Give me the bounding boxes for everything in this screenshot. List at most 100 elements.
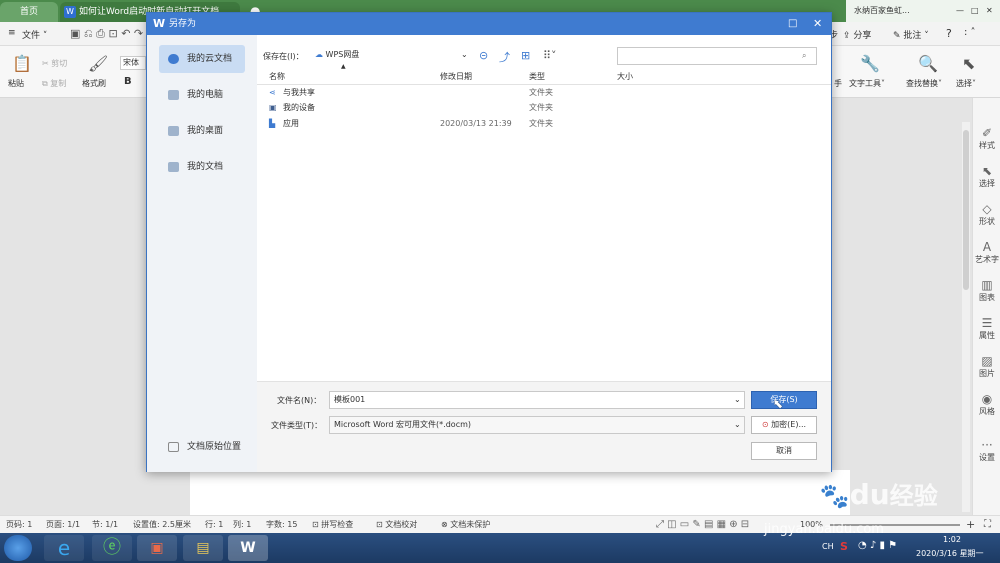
close-window-icon[interactable]: ✕ bbox=[986, 0, 993, 22]
watermark-brand2: du bbox=[849, 478, 890, 511]
hamburger-icon[interactable]: ≡ bbox=[8, 28, 16, 38]
watermark-url: jingyan.baidu.com bbox=[764, 522, 884, 537]
cut-button[interactable]: ✂ 剪切 bbox=[42, 58, 67, 69]
col-name[interactable]: 名称 bbox=[269, 71, 285, 82]
clock-date[interactable]: 2020/3/16 星期一 bbox=[916, 548, 984, 559]
sidebar-chart[interactable]: ▥ 图表 bbox=[973, 278, 1000, 303]
nav-desktop-label: 我的桌面 bbox=[187, 126, 224, 136]
folder-icon[interactable]: ▤ bbox=[183, 535, 223, 561]
status-pages: 页面: 1/1 bbox=[46, 520, 81, 529]
wps-logo-icon: W bbox=[153, 17, 166, 30]
file-row[interactable]: ▣ 我的设备 文件夹 bbox=[257, 100, 831, 116]
computer-icon bbox=[168, 90, 179, 100]
zoom-in-icon[interactable]: + bbox=[966, 516, 975, 533]
cloud-icon bbox=[168, 54, 179, 64]
format-painter-icon[interactable]: 🖌 bbox=[88, 54, 108, 73]
share-icon: ⋖ bbox=[269, 88, 276, 97]
scrollbar-thumb[interactable] bbox=[963, 130, 969, 290]
tab-home[interactable]: 首页 bbox=[0, 2, 58, 22]
menu-comment[interactable]: ✎ 批注 ˅ bbox=[893, 28, 929, 41]
filetype-select[interactable]: Microsoft Word 宏可用文件(*.docm) ⌄ bbox=[329, 416, 745, 434]
menu-file[interactable]: 文件 ˅ bbox=[22, 28, 47, 41]
text-tool-button[interactable]: 文字工具˅ bbox=[849, 78, 885, 89]
browser-icon[interactable]: ⓔ bbox=[92, 535, 132, 561]
file-row[interactable]: ▙ 应用 2020/03/13 21:39 文件夹 bbox=[257, 116, 831, 132]
font-select[interactable]: 宋体 bbox=[120, 56, 146, 70]
col-size[interactable]: 大小 bbox=[617, 71, 633, 82]
app-folder-icon: ▙ bbox=[269, 119, 276, 128]
sidebar-picture-label: 图片 bbox=[979, 369, 995, 378]
input-language[interactable]: CH bbox=[822, 542, 834, 551]
save-button[interactable]: 保存(S) bbox=[751, 391, 817, 409]
sidebar-theme[interactable]: ◉ 风格 bbox=[973, 392, 1000, 417]
find-replace-button[interactable]: 查找替换˅ bbox=[906, 78, 942, 89]
menu-share[interactable]: ⇪ 分享 bbox=[843, 28, 871, 41]
device-icon: ▣ bbox=[269, 103, 277, 112]
sidebar-settings[interactable]: ··· 设置 bbox=[973, 438, 1000, 463]
sidebar-shape[interactable]: ◇ 形状 bbox=[973, 202, 1000, 227]
ime-icon[interactable]: S bbox=[840, 540, 848, 553]
copy-button[interactable]: ⧉ 复制 bbox=[42, 78, 66, 89]
format-painter-button[interactable]: 格式刷 bbox=[82, 78, 106, 89]
more-icon[interactable]: : ˄ bbox=[964, 27, 976, 38]
clock-time[interactable]: 1:02 bbox=[943, 535, 961, 544]
encrypt-button[interactable]: ⊙ 加密(E)... bbox=[751, 416, 817, 434]
cancel-button[interactable]: 取消 bbox=[751, 442, 817, 460]
bold-button[interactable]: B bbox=[124, 76, 132, 87]
ribbon-hand[interactable]: 手 bbox=[834, 78, 842, 89]
maximize-icon[interactable]: □ bbox=[971, 0, 979, 22]
ie-icon[interactable]: e bbox=[44, 535, 84, 561]
file-name: 与我共享 bbox=[283, 88, 315, 97]
paste-button[interactable]: 粘贴 bbox=[8, 78, 24, 89]
nav-my-documents[interactable]: 我的文档 bbox=[159, 153, 245, 181]
location-dropdown[interactable]: ☁ WPS网盘 ⌄ bbox=[315, 47, 471, 63]
protect-button[interactable]: ⊗ 文档未保护 bbox=[441, 516, 490, 533]
proofread-button[interactable]: ⊡ 文档校对 bbox=[376, 516, 417, 533]
select-cursor-icon[interactable]: ⬉ bbox=[962, 54, 975, 73]
find-replace-icon[interactable]: 🔍 bbox=[918, 54, 938, 73]
view-mode-icons[interactable]: ⤢ ◫ ▭ ✎ ▤ ▦ ⊕ ⊟ bbox=[656, 516, 749, 533]
file-row[interactable]: ⋖ 与我共享 文件夹 bbox=[257, 85, 831, 101]
back-icon[interactable]: ⊝ bbox=[479, 49, 488, 62]
view-mode-icon[interactable]: ⠿˅ bbox=[543, 49, 557, 62]
nav-my-computer[interactable]: 我的电脑 bbox=[159, 81, 245, 109]
proofread-label: 文档校对 bbox=[385, 520, 418, 529]
new-folder-icon[interactable]: ⊞ bbox=[521, 49, 530, 62]
help-icon[interactable]: ? bbox=[946, 27, 952, 40]
dialog-close-icon[interactable]: ✕ bbox=[813, 13, 822, 35]
minimize-icon[interactable]: — bbox=[956, 0, 964, 22]
col-type[interactable]: 类型 bbox=[529, 71, 545, 82]
nav-cloud-docs[interactable]: 我的云文档 bbox=[159, 45, 245, 73]
document-page[interactable] bbox=[190, 470, 850, 515]
quick-access-icons[interactable]: ▣ ⎌ ⎙ ⊡ ↶ ↷ ˅ bbox=[70, 27, 152, 41]
fullscreen-icon[interactable]: ⛶ bbox=[984, 516, 991, 533]
sidebar-style[interactable]: ✐ 样式 bbox=[973, 126, 1000, 151]
filename-input[interactable]: 模板001 ⌄ bbox=[329, 391, 745, 409]
menu-file-label: 文件 bbox=[22, 31, 41, 41]
dialog-maximize-icon[interactable]: □ bbox=[788, 13, 797, 35]
search-input[interactable]: ⌕ bbox=[617, 47, 817, 65]
cut-label: 剪切 bbox=[51, 59, 68, 68]
sidebar-wordart-label: 艺术字 bbox=[975, 255, 999, 264]
paw-icon: 🐾 bbox=[819, 482, 850, 510]
text-tool-icon[interactable]: 🔧 bbox=[860, 54, 880, 73]
file-name: 我的设备 bbox=[283, 103, 315, 112]
media-icon[interactable]: ▣ bbox=[137, 535, 177, 561]
sidebar-properties[interactable]: ☰ 属性 bbox=[973, 316, 1000, 341]
tray-icons[interactable]: ◔ ♪ ▮ ⚑ bbox=[858, 540, 897, 551]
filename-value: 模板001 bbox=[334, 395, 366, 404]
wps-taskbar-icon[interactable]: W bbox=[228, 535, 268, 561]
paste-icon[interactable]: 📋 bbox=[12, 54, 32, 73]
folder-outline-icon bbox=[168, 442, 179, 452]
col-modified[interactable]: 修改日期 bbox=[440, 71, 472, 82]
sidebar-select[interactable]: ⬉ 选择 bbox=[973, 164, 1000, 189]
up-folder-icon[interactable]: ⤴ bbox=[499, 49, 510, 65]
start-button[interactable] bbox=[4, 535, 32, 561]
spell-check-button[interactable]: ⊡ 拼写检查 bbox=[312, 516, 353, 533]
sidebar-picture[interactable]: ▨ 图片 bbox=[973, 354, 1000, 379]
sidebar-wordart[interactable]: A 艺术字 bbox=[973, 240, 1000, 265]
status-words: 字数: 15 bbox=[266, 520, 298, 529]
select-button[interactable]: 选择˅ bbox=[956, 78, 976, 89]
nav-original-location[interactable]: 文档原始位置 bbox=[159, 433, 245, 461]
nav-desktop[interactable]: 我的桌面 bbox=[159, 117, 245, 145]
